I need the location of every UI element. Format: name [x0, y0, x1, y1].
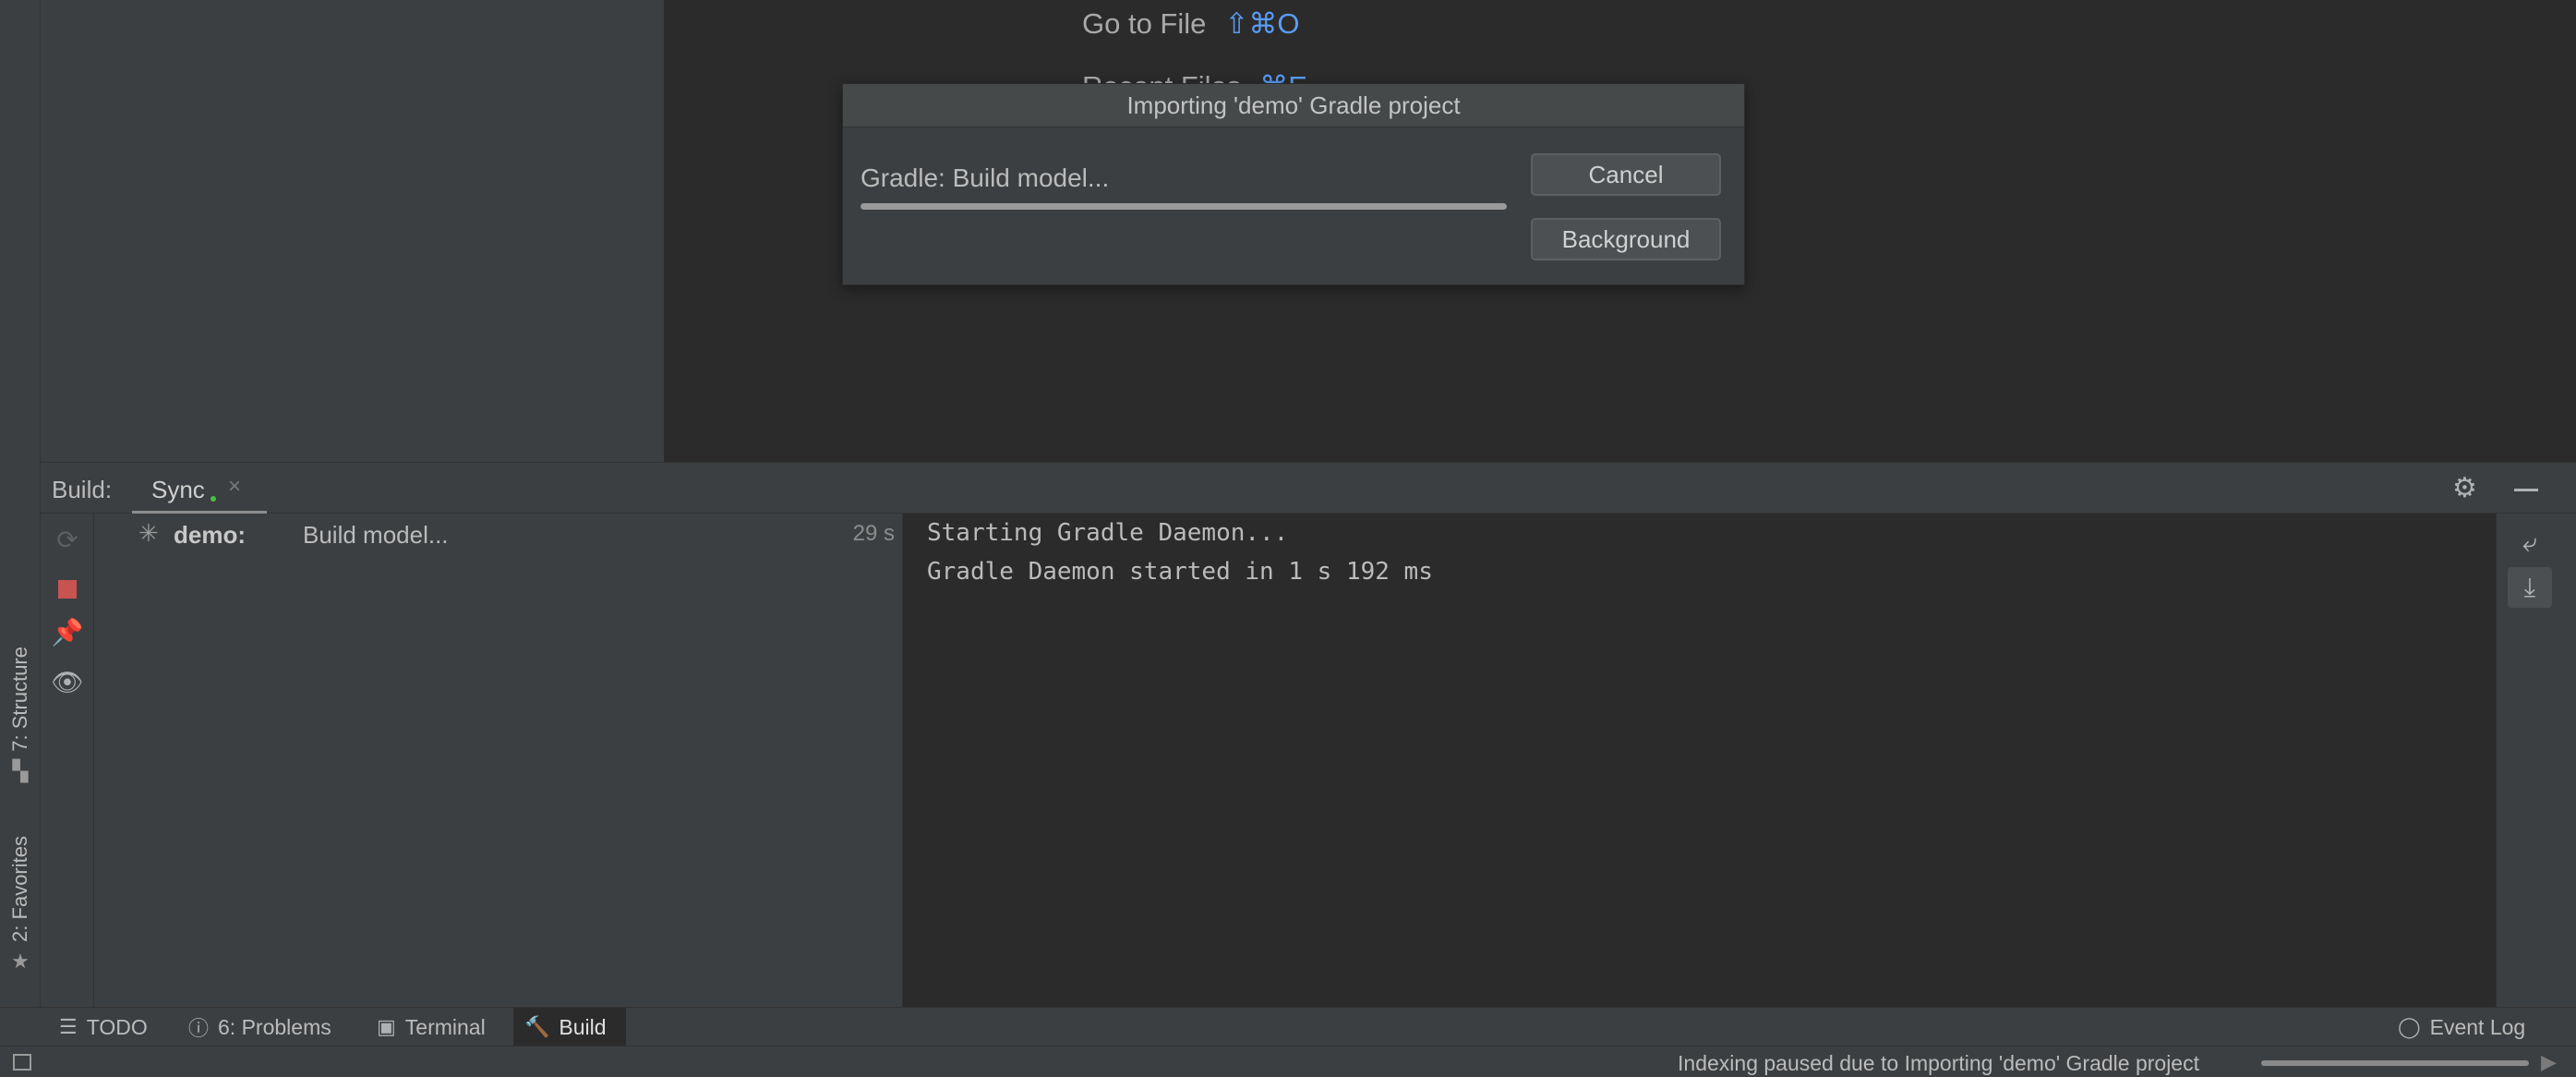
console-side-toolbar: ⤶ ⤓: [2496, 514, 2576, 1007]
tab-terminal-label: Terminal: [404, 1014, 486, 1039]
minimize-icon[interactable]: [2514, 489, 2538, 491]
hammer-icon: 🔨: [524, 1015, 550, 1038]
favorites-tool-tab[interactable]: 2: Favorites ★: [0, 836, 41, 974]
background-button[interactable]: Background: [1531, 218, 1721, 260]
stop-icon[interactable]: [41, 573, 94, 605]
hint-go-to-file: Go to File ⇧⌘O: [1082, 7, 1299, 41]
structure-icon: ▚: [12, 758, 29, 782]
console-line: Starting Gradle Daemon...: [927, 519, 1289, 547]
import-progress-dialog: Importing 'demo' Gradle project Gradle: …: [842, 83, 1745, 285]
dialog-status-text: Gradle: Build model...: [861, 163, 1110, 192]
tree-task-name: Build model...: [303, 521, 449, 549]
sync-tab-label: Sync: [151, 476, 205, 503]
cancel-button[interactable]: Cancel: [1531, 153, 1721, 196]
structure-tab-label: 7: Structure: [8, 647, 31, 752]
build-title: Build:: [52, 476, 113, 503]
scroll-to-end-icon[interactable]: ⤓: [2508, 567, 2552, 608]
status-progress-fill: [2261, 1060, 2529, 1066]
status-message[interactable]: Indexing paused due to Importing 'demo' …: [1678, 1051, 2199, 1076]
status-bar: Indexing paused due to Importing 'demo' …: [0, 1046, 2576, 1077]
tab-event-log[interactable]: ◯ Event Log: [2387, 1008, 2536, 1047]
problems-icon: ⓘ: [188, 1017, 210, 1040]
status-progress-bar: [2261, 1060, 2529, 1066]
dialog-progress-fill: [861, 203, 1507, 210]
console-line: Gradle Daemon started in 1 s 192 ms: [927, 558, 1433, 586]
resume-icon[interactable]: ▶: [2541, 1050, 2557, 1074]
build-console[interactable]: Starting Gradle Daemon... Gradle Daemon …: [903, 514, 2496, 1007]
tab-terminal[interactable]: ▣ Terminal: [366, 1008, 497, 1047]
soft-wrap-icon[interactable]: ⤶: [2508, 523, 2552, 563]
tab-event-log-label: Event Log: [2429, 1014, 2526, 1039]
close-icon[interactable]: ×: [228, 474, 241, 500]
left-tool-strip: 7: Structure ▚ 2: Favorites ★: [0, 0, 41, 1042]
star-icon: ★: [11, 949, 30, 973]
build-tree: ✳ demo: Build model... 29 s: [94, 514, 903, 1007]
eye-icon[interactable]: 👁: [41, 667, 94, 697]
list-icon: ☰: [59, 1015, 78, 1038]
tab-build[interactable]: 🔨 Build: [513, 1008, 626, 1047]
tree-project-name: demo:: [174, 521, 246, 549]
hint-label: Go to File: [1082, 7, 1207, 40]
event-log-icon: ◯: [2398, 1015, 2421, 1038]
tab-problems-label: 6: Problems: [218, 1014, 331, 1039]
tab-problems[interactable]: ⓘ 6: Problems: [177, 1008, 343, 1047]
tab-todo-label: TODO: [86, 1014, 148, 1039]
tree-elapsed-time: 29 s: [852, 521, 895, 546]
bottom-tool-tabs: ☰ TODO ⓘ 6: Problems ▣ Terminal 🔨 Build …: [0, 1007, 2576, 1047]
sync-status-dot: [211, 496, 216, 502]
pin-icon[interactable]: 📌: [41, 617, 94, 647]
sync-icon[interactable]: ⟳: [41, 525, 94, 555]
project-pane: [41, 0, 665, 462]
tab-build-label: Build: [559, 1014, 607, 1039]
layout-toggle-icon[interactable]: [13, 1054, 31, 1071]
terminal-icon: ▣: [377, 1015, 396, 1038]
build-toolbar: ⟳ 📌 👁: [41, 514, 94, 1007]
build-tool-window-header: Build: Sync × ⚙: [41, 462, 2576, 514]
dialog-progress-bar: [861, 203, 1507, 210]
structure-tool-tab[interactable]: 7: Structure ▚: [0, 647, 41, 783]
tree-row[interactable]: ✳ demo: Build model... 29 s: [138, 519, 902, 552]
favorites-tab-label: 2: Favorites: [8, 836, 31, 942]
dialog-title[interactable]: Importing 'demo' Gradle project: [843, 84, 1744, 127]
gear-icon[interactable]: ⚙: [2452, 472, 2477, 504]
tab-sync[interactable]: Sync ×: [132, 463, 267, 514]
tab-todo[interactable]: ☰ TODO: [48, 1008, 159, 1047]
spinner-icon: ✳: [138, 519, 159, 547]
hint-shortcut: ⇧⌘O: [1224, 7, 1300, 40]
